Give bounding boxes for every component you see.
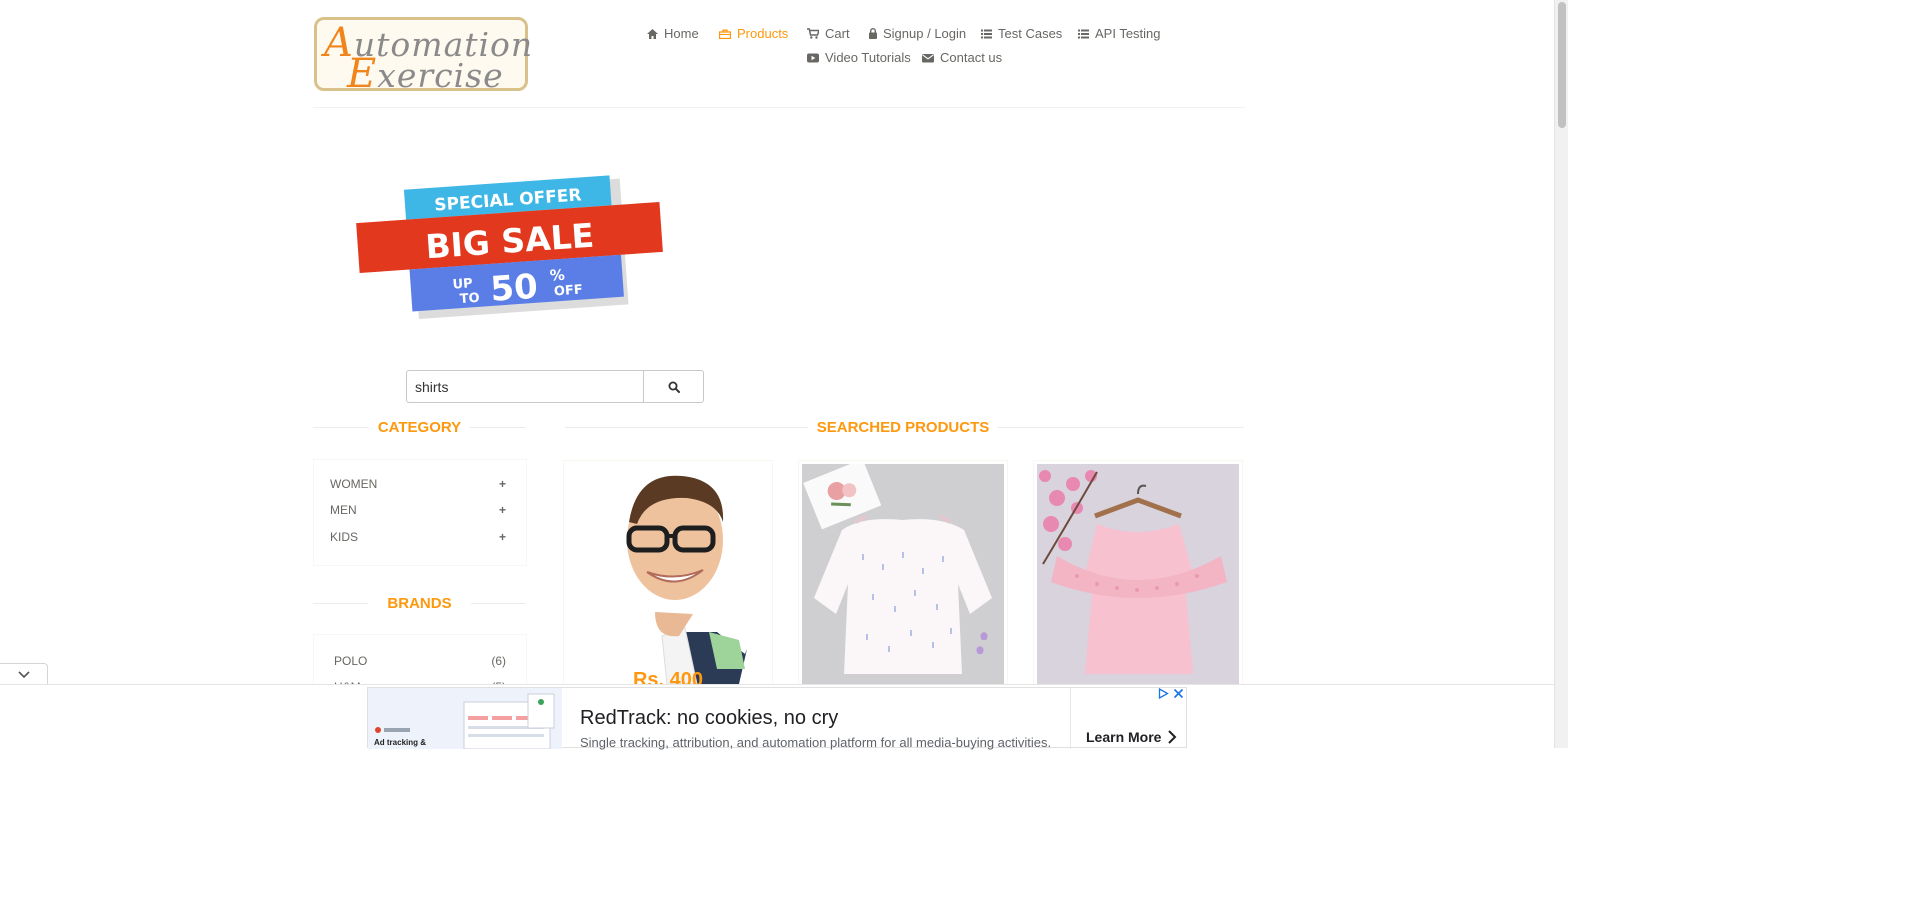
product-card[interactable] — [798, 460, 1008, 690]
product-card[interactable] — [1033, 460, 1243, 690]
brand-item-label: POLO — [334, 654, 368, 668]
banner-50: 50 — [489, 267, 539, 310]
product-card[interactable]: Rs. 400 — [563, 460, 773, 690]
cart-icon — [807, 28, 819, 39]
ad-thumbnail-caption: Ad tracking & — [374, 738, 427, 747]
ad-cta-label: Learn More — [1086, 729, 1162, 745]
expand-plus-icon[interactable]: + — [499, 503, 506, 517]
category-panel: WOMEN + MEN + KIDS + — [313, 459, 527, 566]
logo-word-exercise: xercise — [377, 56, 504, 95]
chevron-down-icon — [17, 670, 30, 678]
product-image-polo-shirt — [567, 464, 769, 684]
sale-banner-image: SPECIAL OFFER BIG SALE UP TO 50 % OFF — [356, 175, 663, 320]
nav-test-cases[interactable]: Test Cases — [981, 26, 1062, 41]
close-icon[interactable] — [1173, 688, 1184, 699]
list-icon — [981, 29, 992, 38]
banner-off: OFF — [554, 283, 584, 300]
envelope-icon — [922, 53, 934, 62]
nav-signup-login[interactable]: Signup / Login — [869, 26, 966, 41]
category-item-label: WOMEN — [330, 477, 378, 491]
header-divider — [313, 107, 1245, 108]
banner-to: TO — [459, 291, 480, 307]
adchoices-icon[interactable] — [1158, 688, 1169, 699]
nav-signup-label: Signup / Login — [883, 26, 967, 41]
ad-choices[interactable] — [1158, 688, 1184, 699]
ad-description: Single tracking, attribution, and automa… — [580, 735, 1052, 750]
logo-letter-e: E — [347, 51, 378, 97]
expand-plus-icon[interactable]: + — [499, 530, 506, 544]
product-image-white-girls-top — [802, 464, 1004, 684]
ad-banner[interactable]: Ad tracking & RedTrack: no cookies, no c… — [367, 687, 1187, 750]
ad-headline[interactable]: RedTrack: no cookies, no cry — [580, 707, 838, 730]
category-item-label: KIDS — [330, 530, 359, 544]
nav-video-tutorials-label: Video Tutorials — [825, 50, 911, 65]
nav-api-testing[interactable]: API Testing — [1078, 26, 1161, 41]
nav-products-label: Products — [737, 26, 789, 41]
category-item-women[interactable]: WOMEN + — [330, 477, 506, 491]
lock-icon — [869, 28, 877, 39]
category-item-label: MEN — [330, 503, 357, 517]
site-logo[interactable]: Automation Exercise — [314, 17, 532, 97]
category-item-men[interactable]: MEN + — [330, 503, 506, 517]
home-icon — [647, 28, 658, 39]
nav-cart-label: Cart — [825, 26, 850, 41]
expand-plus-icon[interactable]: + — [499, 477, 506, 491]
search-icon — [668, 381, 680, 393]
scrollbar-thumb[interactable] — [1558, 2, 1566, 128]
youtube-icon — [807, 53, 819, 62]
banner-percent: % — [549, 266, 565, 285]
searched-products-title: SEARCHED PRODUCTS — [816, 419, 990, 436]
nav-home-label: Home — [664, 26, 699, 41]
ad-learn-more-button[interactable]: Learn More — [1086, 729, 1177, 745]
category-item-kids[interactable]: KIDS + — [330, 530, 506, 544]
nav-contact-label: Contact us — [940, 50, 1003, 65]
nav-cart[interactable]: Cart — [807, 26, 850, 41]
brand-item-count: (6) — [491, 654, 506, 668]
shopping-bag-icon — [719, 29, 731, 39]
ad-collapse-button[interactable] — [0, 663, 48, 685]
product-image-pink-girls-top — [1037, 464, 1239, 684]
main-title-line-right — [998, 427, 1244, 428]
banner-up: UP — [452, 276, 473, 292]
list-icon — [1078, 29, 1089, 38]
nav-products[interactable]: Products — [719, 26, 788, 41]
brands-title-line-right — [471, 603, 526, 604]
page-scrollbar[interactable] — [1554, 0, 1568, 748]
nav-test-cases-label: Test Cases — [998, 26, 1063, 41]
search-input[interactable] — [406, 370, 644, 403]
nav-video-tutorials[interactable]: Video Tutorials — [807, 50, 911, 65]
category-title-line-right — [470, 427, 526, 428]
ad-cta-divider — [1070, 688, 1071, 749]
nav-api-testing-label: API Testing — [1095, 26, 1161, 41]
nav-home[interactable]: Home — [647, 26, 699, 41]
ad-thumbnail: Ad tracking & — [368, 688, 562, 749]
chevron-right-icon — [1168, 730, 1177, 744]
nav-contact-us[interactable]: Contact us — [922, 50, 1002, 65]
search-button[interactable] — [643, 370, 704, 403]
brand-item-polo[interactable]: POLO (6) — [334, 654, 506, 668]
main-title-line-left — [565, 427, 808, 428]
